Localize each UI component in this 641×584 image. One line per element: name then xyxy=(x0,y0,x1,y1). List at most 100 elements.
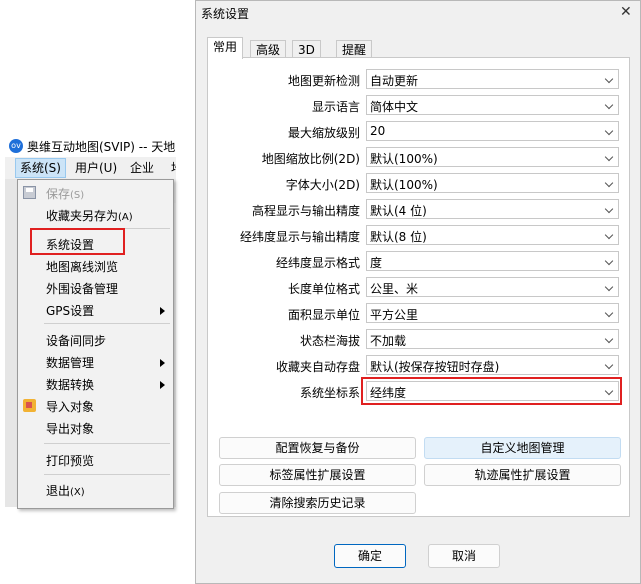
import-icon xyxy=(23,399,36,412)
menu-system[interactable]: 系统(S) xyxy=(15,158,66,178)
setting-label: 经纬度显示与输出精度 xyxy=(239,230,360,244)
menubar: 系统(S) 用户(U) 企业 地 xyxy=(5,158,176,178)
setting-label: 状态栏海拔 xyxy=(299,334,360,348)
chevron-down-icon xyxy=(604,282,614,292)
setting-select-max-zoom[interactable]: 20 xyxy=(366,121,619,141)
menu-item-label: 导出对象 xyxy=(46,422,95,436)
menu-item-label: 退出 xyxy=(46,484,71,498)
chevron-down-icon xyxy=(604,152,614,162)
select-value: 默认(8 位) xyxy=(370,230,427,244)
setting-select-latlng-format[interactable]: 度 xyxy=(366,251,619,271)
label-attr-ext-button[interactable]: 标签属性扩展设置 xyxy=(219,464,416,486)
menu-item-data-conversion[interactable]: 数据转换 xyxy=(18,374,173,394)
setting-select-font-size[interactable]: 默认(100%) xyxy=(366,173,619,193)
select-value: 默认(按保存按钮时存盘) xyxy=(370,360,500,374)
chevron-down-icon xyxy=(604,334,614,344)
chevron-down-icon xyxy=(604,256,614,266)
setting-select-language[interactable]: 简体中文 xyxy=(366,95,619,115)
close-icon[interactable]: ✕ xyxy=(620,4,632,20)
menu-item-print-preview[interactable]: 打印预览 xyxy=(18,450,173,470)
setting-label: 面积显示单位 xyxy=(287,308,360,322)
setting-label: 地图更新检测 xyxy=(287,74,360,88)
select-value: 20 xyxy=(370,124,386,138)
menu-item-offline-browse[interactable]: 地图离线浏览 xyxy=(18,256,173,276)
setting-label: 系统坐标系 xyxy=(299,386,360,400)
custom-map-button[interactable]: 自定义地图管理 xyxy=(424,437,621,459)
dialog-title: 系统设置 xyxy=(201,7,250,21)
menu-item-label: 保存 xyxy=(46,187,71,201)
select-value: 不加载 xyxy=(370,334,407,348)
setting-label: 经纬度显示格式 xyxy=(275,256,360,270)
setting-label: 长度单位格式 xyxy=(287,282,360,296)
ok-button[interactable]: 确定 xyxy=(334,544,406,568)
submenu-arrow-icon xyxy=(160,381,165,389)
menu-enterprise[interactable]: 企业 xyxy=(126,159,158,177)
chevron-down-icon xyxy=(604,100,614,110)
highlight-coordinate-system xyxy=(361,377,622,405)
clear-search-history-button[interactable]: 清除搜索历史记录 xyxy=(219,492,416,514)
select-value: 度 xyxy=(370,256,383,270)
setting-select-length-unit[interactable]: 公里、米 xyxy=(366,277,619,297)
select-value: 公里、米 xyxy=(370,282,419,296)
select-value: 简体中文 xyxy=(370,100,419,114)
setting-select-map-update[interactable]: 自动更新 xyxy=(366,69,619,89)
save-icon xyxy=(23,186,36,199)
menu-item-key: (A) xyxy=(118,212,133,223)
select-value: 默认(4 位) xyxy=(370,204,427,218)
app-logo-icon: ov xyxy=(9,139,23,153)
menu-more[interactable]: 地 xyxy=(167,159,176,177)
cancel-button[interactable]: 取消 xyxy=(428,544,500,568)
menu-item-data-management[interactable]: 数据管理 xyxy=(18,352,173,372)
menu-item-gps-settings[interactable]: GPS设置 xyxy=(18,300,173,320)
select-value: 平方公里 xyxy=(370,308,419,322)
menu-item-key: (X) xyxy=(70,487,85,498)
menu-item-exit[interactable]: 退出(X) xyxy=(18,480,173,500)
setting-label: 地图缩放比例(2D) xyxy=(261,152,360,166)
menu-item-label: 数据转换 xyxy=(46,378,95,392)
chevron-down-icon xyxy=(604,230,614,240)
config-backup-button[interactable]: 配置恢复与备份 xyxy=(219,437,416,459)
setting-label: 字体大小(2D) xyxy=(285,178,360,192)
tab-common[interactable]: 常用 xyxy=(207,37,244,59)
menu-separator xyxy=(44,443,170,444)
menu-separator xyxy=(44,474,170,475)
select-value: 自动更新 xyxy=(370,74,419,88)
setting-label: 最大缩放级别 xyxy=(287,126,360,140)
menu-item-label: GPS设置 xyxy=(46,304,95,318)
app-title-bar: ov 奥维互动地图(SVIP) -- 天地图 xyxy=(5,135,176,157)
setting-select-status-elevation[interactable]: 不加载 xyxy=(366,329,619,349)
setting-select-map-scale[interactable]: 默认(100%) xyxy=(366,147,619,167)
menu-item-key: (S) xyxy=(70,190,85,201)
menu-item-label: 导入对象 xyxy=(46,400,95,414)
chevron-down-icon xyxy=(604,74,614,84)
menu-item-label: 打印预览 xyxy=(46,454,95,468)
setting-select-area-unit[interactable]: 平方公里 xyxy=(366,303,619,323)
menu-item-label: 外围设备管理 xyxy=(46,282,119,296)
setting-select-latlng-precision[interactable]: 默认(8 位) xyxy=(366,225,619,245)
highlight-system-settings xyxy=(30,228,125,255)
select-value: 默认(100%) xyxy=(370,152,438,166)
submenu-arrow-icon xyxy=(160,307,165,315)
setting-label: 显示语言 xyxy=(311,100,360,114)
menu-item-label: 数据管理 xyxy=(46,356,95,370)
menu-item-save[interactable]: 保存(S) xyxy=(18,183,173,203)
menu-item-device-sync[interactable]: 设备间同步 xyxy=(18,330,173,350)
menu-item-import-objects[interactable]: 导入对象 xyxy=(18,396,173,416)
track-attr-ext-button[interactable]: 轨迹属性扩展设置 xyxy=(424,464,621,486)
menu-item-label: 收藏夹另存为 xyxy=(46,209,119,223)
chevron-down-icon xyxy=(604,126,614,136)
menu-item-save-favorites-as[interactable]: 收藏夹另存为(A) xyxy=(18,205,173,225)
setting-select-elevation-precision[interactable]: 默认(4 位) xyxy=(366,199,619,219)
menu-item-label: 设备间同步 xyxy=(46,334,107,348)
menu-item-device-management[interactable]: 外围设备管理 xyxy=(18,278,173,298)
app-title: 奥维互动地图(SVIP) -- 天地图 xyxy=(27,140,176,154)
chevron-down-icon xyxy=(604,204,614,214)
menu-separator xyxy=(44,323,170,324)
menu-user[interactable]: 用户(U) xyxy=(71,159,121,177)
chevron-down-icon xyxy=(604,178,614,188)
setting-select-autosave[interactable]: 默认(按保存按钮时存盘) xyxy=(366,355,619,375)
menu-item-export-objects[interactable]: 导出对象 xyxy=(18,418,173,438)
chevron-down-icon xyxy=(604,308,614,318)
setting-label: 收藏夹自动存盘 xyxy=(275,360,360,374)
select-value: 默认(100%) xyxy=(370,178,438,192)
